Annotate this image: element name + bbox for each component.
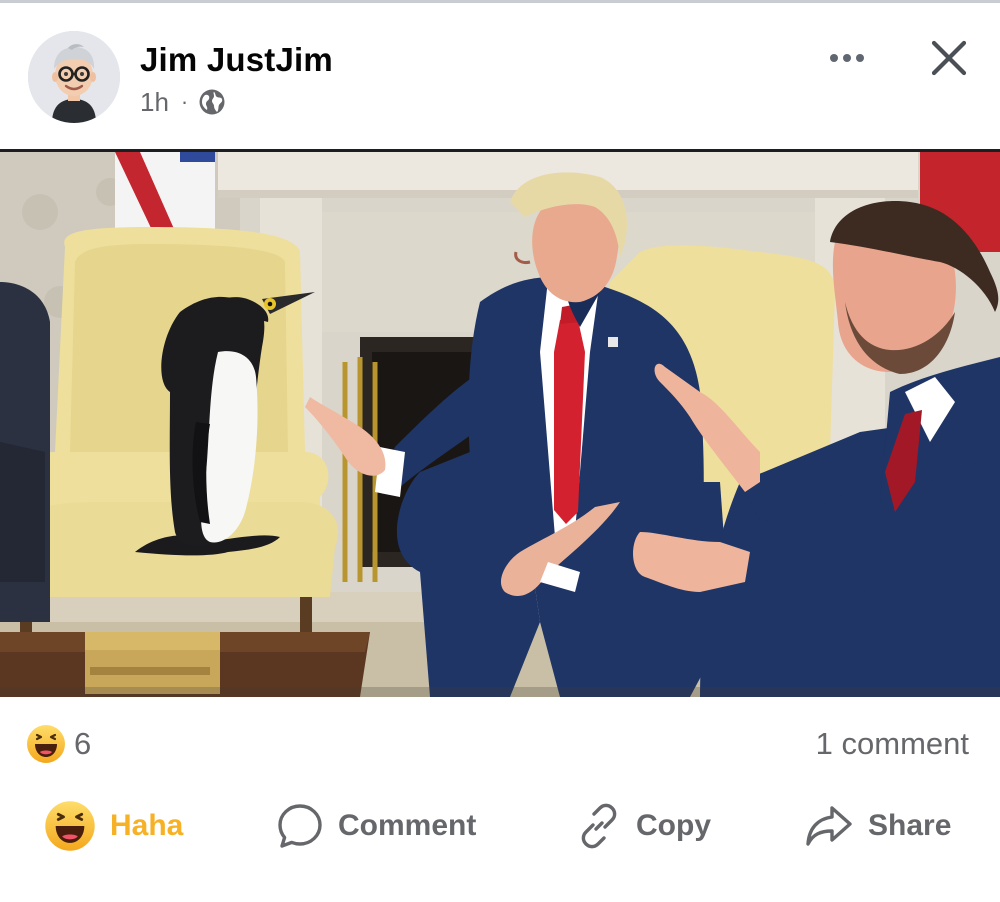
haha-emoji-icon [45,801,95,851]
post-timestamp[interactable]: 1h [140,87,169,118]
author-name[interactable]: Jim JustJim [140,41,333,79]
share-label: Share [868,809,952,842]
haha-reaction-button[interactable]: Haha [44,790,183,862]
more-horizontal-icon [830,54,864,62]
more-options-button[interactable] [818,33,876,83]
comment-bubble-icon [278,804,322,848]
link-icon [581,803,617,849]
globe-icon[interactable] [198,88,226,116]
share-arrow-icon [806,806,852,846]
photo-illustration [0,152,1000,697]
comment-button[interactable]: Comment [276,790,476,862]
close-button[interactable] [922,31,976,85]
haha-emoji-icon [27,725,65,763]
post-stats: 6 1 comment [0,712,1000,776]
haha-label: Haha [110,809,184,842]
share-button[interactable]: Share [804,790,951,862]
meta-separator: · [180,89,189,114]
reaction-summary[interactable]: 6 [26,724,91,764]
close-icon [931,40,967,76]
post-header: Jim JustJim 1h · [0,3,1000,149]
post-meta: 1h · [140,87,226,117]
copy-label: Copy [636,809,711,842]
comment-count[interactable]: 1 comment [816,726,969,762]
post-actions: Haha Comment Copy Share [0,790,1000,862]
comment-label: Comment [338,809,477,842]
author-avatar[interactable] [28,31,120,123]
copy-link-button[interactable]: Copy [576,790,711,862]
post-photo[interactable] [0,149,1000,697]
reaction-count: 6 [74,726,92,761]
